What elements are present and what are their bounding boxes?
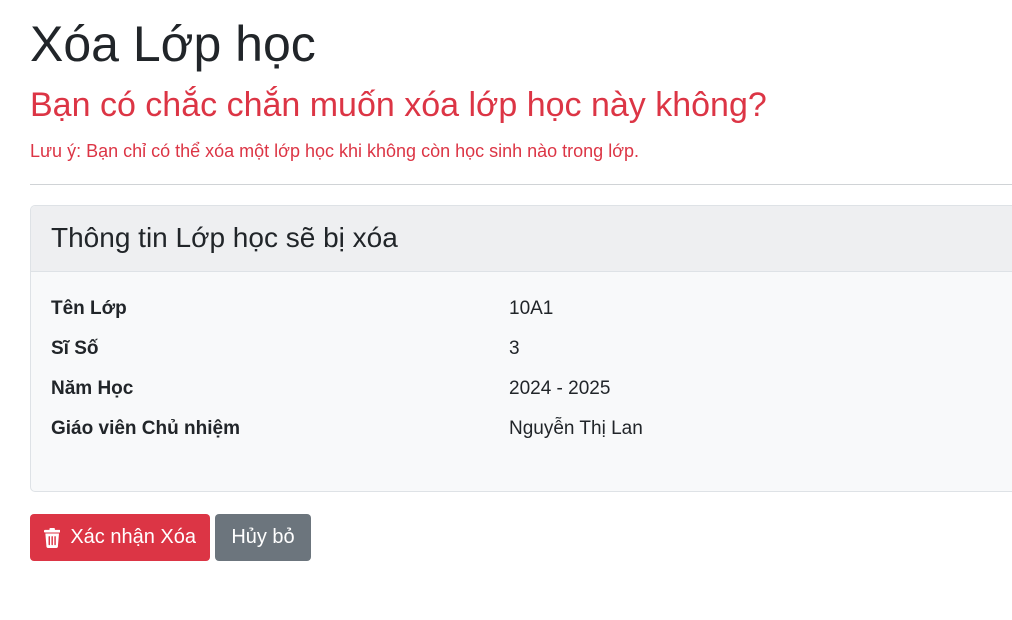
confirm-delete-button[interactable]: Xác nhận Xóa (30, 514, 210, 561)
class-info-card: Thông tin Lớp học sẽ bị xóa Tên Lớp 10A1… (30, 205, 1012, 492)
page-title: Xóa Lớp học (30, 16, 316, 72)
divider (30, 184, 1012, 185)
card-header: Thông tin Lớp học sẽ bị xóa (31, 206, 1012, 272)
card-title: Thông tin Lớp học sẽ bị xóa (51, 221, 398, 253)
warning-note: Lưu ý: Bạn chỉ có thể xóa một lớp học kh… (30, 141, 640, 161)
confirm-delete-label: Xác nhận Xóa (70, 526, 196, 548)
homeroom-teacher-value: Nguyễn Thị Lan (509, 418, 643, 439)
info-row-homeroom-teacher: Giáo viên Chủ nhiệm Nguyễn Thị Lan (51, 415, 951, 443)
confirm-question: Bạn có chắc chắn muốn xóa lớp học này kh… (30, 86, 767, 124)
school-year-value: 2024 - 2025 (509, 378, 611, 399)
delete-class-page: Xóa Lớp học Bạn có chắc chắn muốn xóa lớ… (0, 0, 1012, 620)
class-size-value: 3 (509, 338, 520, 359)
homeroom-teacher-label: Giáo viên Chủ nhiệm (51, 418, 240, 439)
trash-icon (44, 527, 61, 548)
class-name-label: Tên Lớp (51, 298, 127, 319)
info-row-class-size: Sĩ Số 3 (51, 335, 951, 363)
school-year-label: Năm Học (51, 378, 134, 399)
cancel-label: Hủy bỏ (231, 526, 295, 548)
info-row-school-year: Năm Học 2024 - 2025 (51, 375, 951, 403)
info-row-class-name: Tên Lớp 10A1 (51, 295, 951, 323)
class-name-value: 10A1 (509, 298, 554, 319)
cancel-button[interactable]: Hủy bỏ (215, 514, 311, 561)
class-size-label: Sĩ Số (51, 338, 99, 359)
